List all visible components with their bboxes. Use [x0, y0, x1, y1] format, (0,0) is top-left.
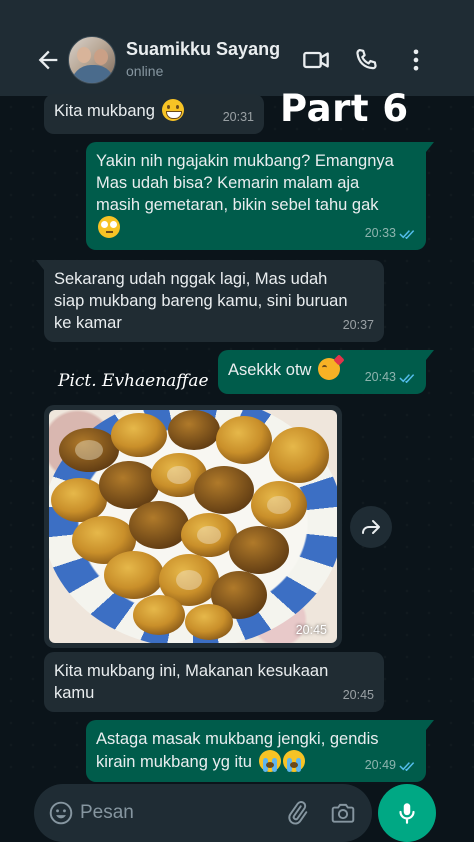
read-ticks-icon	[399, 761, 415, 771]
forward-icon	[362, 520, 380, 534]
message-incoming[interactable]: Sekarang udah nggak lagi, Mas udah siap …	[36, 260, 384, 342]
read-ticks-icon	[399, 229, 415, 239]
watermark: Pict. Evhaenaffae	[58, 371, 209, 391]
message-text: Astaga masak mukbang jengki, gendis kira…	[96, 730, 379, 771]
more-vert-icon[interactable]	[402, 46, 430, 74]
contact-name[interactable]: Suamikku Sayang	[126, 39, 280, 60]
voice-message-button[interactable]	[378, 784, 436, 842]
message-outgoing[interactable]: Astaga masak mukbang jengki, gendis kira…	[86, 720, 434, 782]
fried-slices-illustration	[51, 410, 329, 640]
message-time: 20:45	[342, 688, 374, 702]
paperclip-icon[interactable]	[284, 800, 310, 826]
message-outgoing[interactable]: Asekkk otw 20:43	[218, 350, 434, 394]
forward-button[interactable]	[350, 506, 392, 548]
rolling-eyes-icon	[98, 216, 120, 238]
message-text: Kita mukbang ini, Makanan kesukaan kamu	[54, 662, 329, 702]
message-time: 20:43	[365, 366, 416, 388]
contact-status: online	[126, 63, 164, 79]
emoji-icon[interactable]	[48, 800, 74, 826]
message-time: 20:31	[222, 110, 254, 124]
message-text: Kita mukbang	[54, 102, 155, 120]
image-message[interactable]: 20:45	[44, 405, 342, 648]
smiling-face-with-hearts-icon	[318, 358, 341, 380]
video-call-icon[interactable]	[302, 46, 330, 74]
message-time: 20:33	[365, 222, 416, 244]
read-ticks-icon	[399, 373, 415, 383]
camera-icon[interactable]	[330, 800, 356, 826]
chat-header: Suamikku Sayang online	[0, 0, 474, 96]
food-photo[interactable]: 20:45	[49, 410, 337, 643]
grinning-face-icon	[161, 99, 184, 121]
loudly-crying-face-icon	[282, 750, 305, 772]
message-text: Asekkk otw	[228, 361, 312, 379]
part-label: Part 6	[280, 87, 409, 130]
back-arrow-icon[interactable]	[34, 46, 62, 74]
message-text: Yakin nih ngajakin mukbang? Emangnya Mas…	[96, 152, 394, 214]
microphone-icon	[399, 803, 415, 824]
message-incoming[interactable]: Kita mukbang ini, Makanan kesukaan kamu …	[44, 652, 384, 712]
loudly-crying-face-icon	[258, 750, 281, 772]
message-time: 20:45	[295, 623, 327, 637]
message-text: Sekarang udah nggak lagi, Mas udah siap …	[54, 270, 348, 332]
phone-icon[interactable]	[352, 46, 380, 74]
avatar[interactable]	[68, 36, 116, 84]
message-time: 20:37	[342, 318, 374, 332]
message-outgoing[interactable]: Yakin nih ngajakin mukbang? Emangnya Mas…	[86, 142, 434, 250]
message-input[interactable]	[80, 798, 270, 828]
message-composer	[34, 784, 372, 842]
message-incoming[interactable]: Kita mukbang 20:31	[44, 94, 264, 134]
message-time: 20:49	[365, 754, 416, 776]
